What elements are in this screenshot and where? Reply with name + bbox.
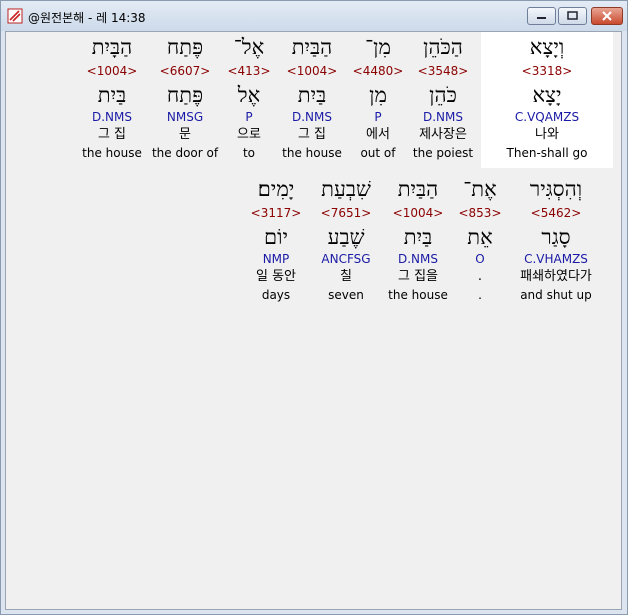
english-gloss: the house (82, 146, 142, 160)
korean-gloss: 일 동안 (255, 269, 296, 284)
english-gloss: Then-shall go (506, 146, 588, 160)
korean-gloss: 그 집을 (397, 269, 438, 284)
hebrew-surface: פֶּתַח (166, 35, 204, 59)
app-icon (7, 8, 23, 24)
strong-number: <1004> (86, 64, 138, 78)
parse-code: C.VQAMZS (514, 110, 580, 124)
strong-number: <1004> (392, 206, 444, 220)
hebrew-lemma: בַּיִת (403, 225, 433, 249)
parse-code: NMP (262, 252, 290, 266)
english-gloss: days (261, 288, 291, 302)
strong-number: <6607> (159, 64, 211, 78)
close-button[interactable] (591, 7, 623, 25)
hebrew-surface: יָמִים׃ (257, 177, 295, 201)
english-gloss: the door of (151, 146, 219, 160)
hebrew-lemma: יוֹם (264, 225, 288, 249)
strong-number: <3318> (521, 64, 573, 78)
korean-gloss: 그 집 (97, 127, 127, 142)
window-title: @원전본해 - 레 14:38 (28, 11, 146, 25)
hebrew-lemma: יָצָא (532, 83, 562, 107)
hebrew-surface: הַבָּיִת (91, 35, 133, 59)
interlinear-view: וְיָצָא <3318> יָצָא C.VQAMZS 나와 Then-sh… (5, 31, 622, 610)
minimize-icon (537, 17, 546, 19)
word-block[interactable]: וְיָצָא <3318> יָצָא C.VQAMZS 나와 Then-sh… (481, 32, 613, 168)
korean-gloss: 문 (179, 127, 191, 142)
word-block[interactable]: הַבַּיִת <1004> בַּיִת D.NMS 그 집을 the ho… (376, 174, 460, 304)
close-icon (602, 11, 612, 21)
hebrew-lemma: בַּיִת (97, 83, 127, 107)
korean-gloss: 나와 (535, 127, 559, 142)
english-gloss: the house (388, 288, 448, 302)
hebrew-surface: וְיָצָא (529, 35, 565, 59)
parse-code: D.NMS (397, 252, 438, 266)
hebrew-surface: הַבַּיִת (397, 177, 439, 201)
parse-code: D.NMS (91, 110, 132, 124)
maximize-icon (567, 11, 578, 20)
maximize-button[interactable] (558, 7, 587, 25)
word-block[interactable]: הַבָּיִת <1004> בַּיִת D.NMS 그 집 the hou… (70, 32, 154, 162)
strong-number: <3117> (250, 206, 302, 220)
word-block[interactable]: יָמִים׃ <3117> יוֹם NMP 일 동안 days (234, 174, 318, 304)
parse-code: NMSG (166, 110, 204, 124)
minimize-button[interactable] (527, 7, 556, 25)
word-block[interactable]: פֶּתַח <6607> פֶּתַח NMSG 문 the door of (143, 32, 227, 162)
title-bar[interactable]: @원전본해 - 레 14:38 (1, 1, 627, 31)
hebrew-lemma: פֶּתַח (166, 83, 204, 107)
app-window: @원전본해 - 레 14:38 וְיָצָא <3318> יָצָא C.V… (0, 0, 628, 615)
